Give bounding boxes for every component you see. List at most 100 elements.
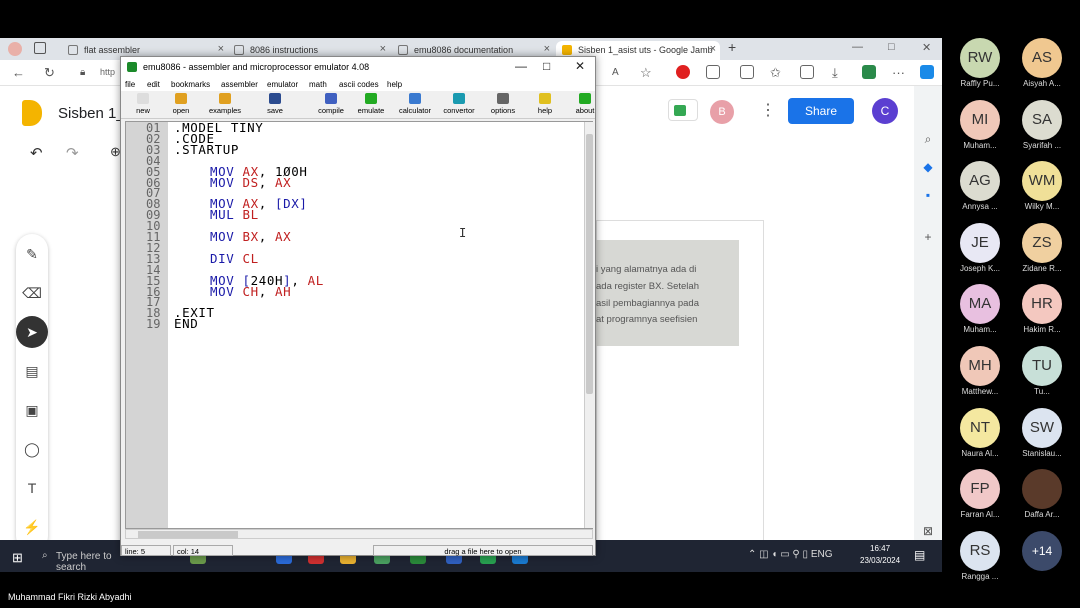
participant-tile[interactable]: AS Aisyah A... <box>1011 38 1073 96</box>
toolbar-help-button[interactable]: help <box>525 93 565 115</box>
profile-icon[interactable] <box>8 42 22 56</box>
minimize-icon[interactable]: — <box>515 59 527 73</box>
menu-bookmarks[interactable]: bookmarks <box>171 80 210 89</box>
participant-tile[interactable]: SA Syarifah ... <box>1011 99 1073 158</box>
participant-tile[interactable]: RS Rangga ... <box>949 530 1011 589</box>
close-icon[interactable]: × <box>544 43 550 55</box>
favorites-bar-icon[interactable]: ✩ <box>770 65 781 81</box>
code-line[interactable]: MOV BX, AX <box>210 230 291 243</box>
menu-emulator[interactable]: emulator <box>267 80 298 89</box>
source-editor[interactable]: 01 02 03 04 05 06 07 08 09 10 11 12 13 14 15 16 17 18 19 .… <box>125 121 594 529</box>
collections-icon[interactable] <box>800 65 814 79</box>
code-line[interactable]: MUL BL <box>210 208 259 221</box>
sticky-note-icon[interactable]: ▤ <box>16 355 48 387</box>
toolbar-about-button[interactable]: about <box>565 93 605 115</box>
close-icon[interactable]: × <box>710 43 716 55</box>
undo-icon[interactable]: ↶ <box>30 144 43 162</box>
participant-tile[interactable]: Daffa Ar... <box>1011 469 1073 527</box>
download-icon[interactable]: ⤓ <box>832 65 838 81</box>
code-line[interactable]: MOV CH, AH <box>210 285 291 298</box>
eraser-icon[interactable]: ⌫ <box>16 277 48 309</box>
participant-tile[interactable]: SW Stanislau... <box>1011 407 1073 466</box>
participant-tile[interactable]: ZS Zidane R... <box>1011 222 1073 281</box>
toolbar-save-button[interactable]: save <box>255 93 295 115</box>
scrollbar-thumb[interactable] <box>586 134 593 394</box>
refresh-icon[interactable]: ↻ <box>44 65 55 81</box>
toolbar-emulate-button[interactable]: emulate <box>351 93 391 115</box>
share-button[interactable]: Share <box>788 98 854 124</box>
circle-shape-icon[interactable]: ◯ <box>16 433 48 465</box>
close-icon[interactable]: × <box>380 43 386 55</box>
participant-tile[interactable]: RW Raffly Pu... <box>949 38 1011 96</box>
add-icon[interactable]: + <box>920 230 936 246</box>
copilot-icon[interactable]: ◆ <box>920 160 936 176</box>
extension-icon[interactable] <box>706 65 720 79</box>
menu-assembler[interactable]: assembler <box>221 80 258 89</box>
scrollbar-thumb[interactable] <box>138 531 238 538</box>
windows-start-icon[interactable]: ⊞ <box>12 550 23 566</box>
taskbar-search[interactable]: ⌕ Type here to search <box>36 544 116 572</box>
close-window-icon[interactable]: ✕ <box>922 41 931 54</box>
extension-icon[interactable] <box>676 65 690 79</box>
vertical-scrollbar[interactable] <box>584 122 594 528</box>
code-area[interactable]: .MODEL TINY .CODE .STARTUP MOV AX, 1Ø0H MOV … <box>126 121 582 528</box>
minimize-icon[interactable]: — <box>852 41 863 53</box>
new-tab-button[interactable]: + <box>728 39 736 55</box>
pasted-photo[interactable]: i yang alamatnya ada di ada register BX.… <box>596 240 739 346</box>
text-box-icon[interactable]: T <box>16 472 48 504</box>
system-tray[interactable]: ⌃ ◫ ◖ ▭ ⚲ ▯ ENG <box>748 549 832 560</box>
participant-tile[interactable]: MH Matthew... <box>949 346 1011 404</box>
favorite-icon[interactable]: ☆ <box>640 65 652 81</box>
notification-icon[interactable]: ▤ <box>914 548 925 562</box>
toolbar-options-button[interactable]: options <box>483 93 523 115</box>
outlook-icon[interactable]: ▪ <box>920 188 936 204</box>
back-icon[interactable]: ← <box>12 65 25 80</box>
maximize-icon[interactable]: □ <box>888 41 895 53</box>
emu-title-bar[interactable]: emu8086 - assembler and microprocessor e… <box>121 57 595 77</box>
menu-ascii-codes[interactable]: ascii codes <box>339 80 379 89</box>
avatar[interactable]: C <box>872 98 898 124</box>
close-icon[interactable]: ✕ <box>575 59 585 73</box>
participant-tile[interactable]: TU Tu... <box>1011 346 1073 404</box>
tab-actions-icon[interactable] <box>34 42 46 54</box>
toolbar-calculator-button[interactable]: calculator <box>395 93 435 115</box>
menu-math[interactable]: math <box>309 80 327 89</box>
copilot-icon[interactable] <box>920 65 934 79</box>
language-indicator[interactable]: ENG <box>811 549 833 560</box>
menu-file[interactable]: file <box>125 80 135 89</box>
participant-tile[interactable]: MA Muham... <box>949 284 1011 342</box>
participant-tile[interactable]: HR Hakim R... <box>1011 284 1073 342</box>
search-icon[interactable]: ⌕ <box>920 132 936 148</box>
menu-help[interactable]: help <box>387 80 402 89</box>
redo-icon[interactable]: ↷ <box>66 144 79 162</box>
read-aloud-icon[interactable]: A <box>612 67 619 78</box>
toolbar-new-button[interactable]: new <box>123 93 163 115</box>
toolbar-open-button[interactable]: open <box>161 93 201 115</box>
participant-tile[interactable]: WM Wilky M... <box>1011 161 1073 219</box>
toolbar-examples-button[interactable]: examples <box>205 93 245 115</box>
select-pointer-icon[interactable]: ➤ <box>16 316 48 348</box>
hide-sidebar-icon[interactable]: ⊠ <box>920 524 936 540</box>
participant-tile[interactable]: MI Muham... <box>949 99 1011 158</box>
participant-tile[interactable]: FP Farran Al... <box>949 469 1011 527</box>
horizontal-scrollbar[interactable] <box>125 529 593 539</box>
split-screen-icon[interactable] <box>740 65 754 79</box>
more-participants-tile[interactable]: +14 <box>1011 530 1073 589</box>
laser-icon[interactable]: ⚡ <box>16 511 48 543</box>
emu8086-window[interactable]: emu8086 - assembler and microprocessor e… <box>120 56 596 556</box>
url-text[interactable]: http <box>100 64 118 81</box>
meet-button[interactable] <box>668 99 698 121</box>
code-line[interactable]: END <box>174 317 198 330</box>
menu-edit[interactable]: edit <box>147 80 160 89</box>
code-line[interactable]: MOV DS, AX <box>210 176 291 189</box>
pen-icon[interactable]: ✎ <box>16 238 48 270</box>
clock[interactable]: 16:47 23/03/2024 <box>860 543 900 567</box>
participant-tile[interactable]: JE Joseph K... <box>949 222 1011 281</box>
participant-tile[interactable]: AG Annysa ... <box>949 161 1011 219</box>
avatar[interactable]: B <box>710 100 734 124</box>
more-options-icon[interactable]: ⋮ <box>760 100 776 120</box>
image-icon[interactable]: ▣ <box>16 394 48 426</box>
toolbar-convertor-button[interactable]: convertor <box>439 93 479 115</box>
code-line[interactable]: .STARTUP <box>174 143 239 156</box>
toolbar-compile-button[interactable]: compile <box>311 93 351 115</box>
